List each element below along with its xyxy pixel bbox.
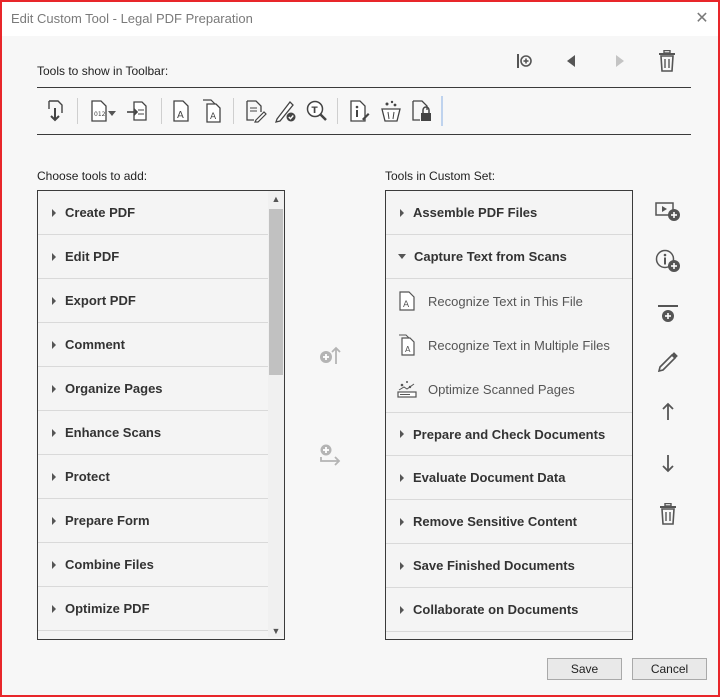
custom-set-tools-list[interactable]: Assemble PDF Files Capture Text from Sca… (385, 190, 633, 640)
recognize-text-multiple-icon: A (396, 334, 418, 356)
recognize-text-multiple-icon[interactable]: A (198, 97, 226, 125)
sub-list-item[interactable]: A Recognize Text in Multiple Files (386, 323, 632, 367)
document-info-icon[interactable] (345, 97, 373, 125)
list-item[interactable]: Save Finished Documents (386, 544, 632, 588)
recognize-text-icon: A (396, 290, 418, 312)
list-item[interactable]: Protect (38, 455, 268, 499)
list-item[interactable]: Optimize PDF (38, 587, 268, 631)
scroll-up-arrow-icon[interactable]: ▲ (271, 194, 281, 204)
sub-list-item[interactable]: A Recognize Text in This File (386, 279, 632, 323)
delete-trash-icon[interactable] (654, 500, 682, 528)
right-panel-label: Tools in Custom Set: (385, 169, 496, 183)
move-down-arrow-icon[interactable] (654, 450, 682, 478)
sign-document-icon[interactable] (271, 97, 299, 125)
edit-document-icon[interactable] (241, 97, 269, 125)
protect-document-icon[interactable] (408, 97, 436, 125)
add-tool-with-video-icon[interactable] (654, 197, 682, 225)
text-search-icon[interactable]: T (303, 97, 331, 125)
pdf-import-icon[interactable] (41, 97, 69, 125)
list-item[interactable]: Assemble PDF Files (386, 191, 632, 235)
title-bar: Edit Custom Tool - Legal PDF Preparation… (2, 2, 718, 36)
cancel-button[interactable]: Cancel (632, 658, 707, 680)
scrollbar-thumb[interactable] (269, 209, 283, 375)
sanitize-icon[interactable] (377, 97, 405, 125)
add-tool-icon[interactable] (317, 342, 343, 368)
list-item[interactable]: Prepare and Check Documents (386, 412, 632, 456)
sub-list-item[interactable]: Optimize Scanned Pages (386, 367, 632, 411)
toolbar-insertion-marker (441, 96, 443, 126)
add-divider-icon[interactable] (654, 300, 682, 328)
svg-text:A: A (210, 112, 217, 122)
insert-separator-icon[interactable] (511, 48, 537, 74)
list-item[interactable]: Combine Files (38, 543, 268, 587)
close-icon[interactable]: ✕ (692, 9, 712, 29)
scroll-down-arrow-icon[interactable]: ▼ (271, 626, 281, 636)
svg-text:012: 012 (94, 111, 106, 118)
svg-text:T: T (312, 106, 319, 116)
toolbar-section-label: Tools to show in Toolbar: (37, 64, 169, 78)
list-item[interactable]: Export PDF (38, 279, 268, 323)
add-group-icon[interactable] (317, 442, 343, 468)
move-left-icon[interactable] (558, 48, 584, 74)
left-list-scrollbar[interactable]: ▲ ▼ (268, 191, 284, 637)
list-item[interactable]: Collaborate on Documents (386, 588, 632, 632)
list-item[interactable]: Evaluate Document Data (386, 456, 632, 500)
toolbar-tool-strip: 012 A A T (37, 87, 691, 135)
svg-text:A: A (177, 110, 184, 121)
svg-text:A: A (403, 300, 410, 310)
move-right-icon[interactable] (607, 48, 633, 74)
list-item[interactable]: Edit PDF (38, 235, 268, 279)
svg-text:A: A (405, 345, 411, 354)
optimize-scan-icon (396, 378, 418, 400)
left-panel-label: Choose tools to add: (37, 169, 148, 183)
available-tools-list[interactable]: Create PDF Edit PDF Export PDF Comment O… (37, 190, 285, 640)
list-item-expanded[interactable]: Capture Text from Scans (386, 235, 632, 279)
edit-custom-tool-dialog: Edit Custom Tool - Legal PDF Preparation… (0, 0, 720, 697)
add-tool-info-icon[interactable] (654, 247, 682, 275)
insert-from-file-icon[interactable] (123, 97, 151, 125)
list-item[interactable]: Prepare Form (38, 499, 268, 543)
list-item[interactable]: Create PDF (38, 191, 268, 235)
move-up-arrow-icon[interactable] (654, 397, 682, 425)
recognize-text-icon[interactable]: A (167, 97, 195, 125)
rename-pencil-icon[interactable] (654, 347, 682, 375)
list-item[interactable]: Comment (38, 323, 268, 367)
save-button[interactable]: Save (547, 658, 622, 680)
window-title: Edit Custom Tool - Legal PDF Preparation (11, 11, 253, 26)
list-item[interactable]: Organize Pages (38, 367, 268, 411)
list-item[interactable]: Enhance Scans (38, 411, 268, 455)
list-item[interactable]: Remove Sensitive Content (386, 500, 632, 544)
trash-icon[interactable] (654, 48, 680, 74)
